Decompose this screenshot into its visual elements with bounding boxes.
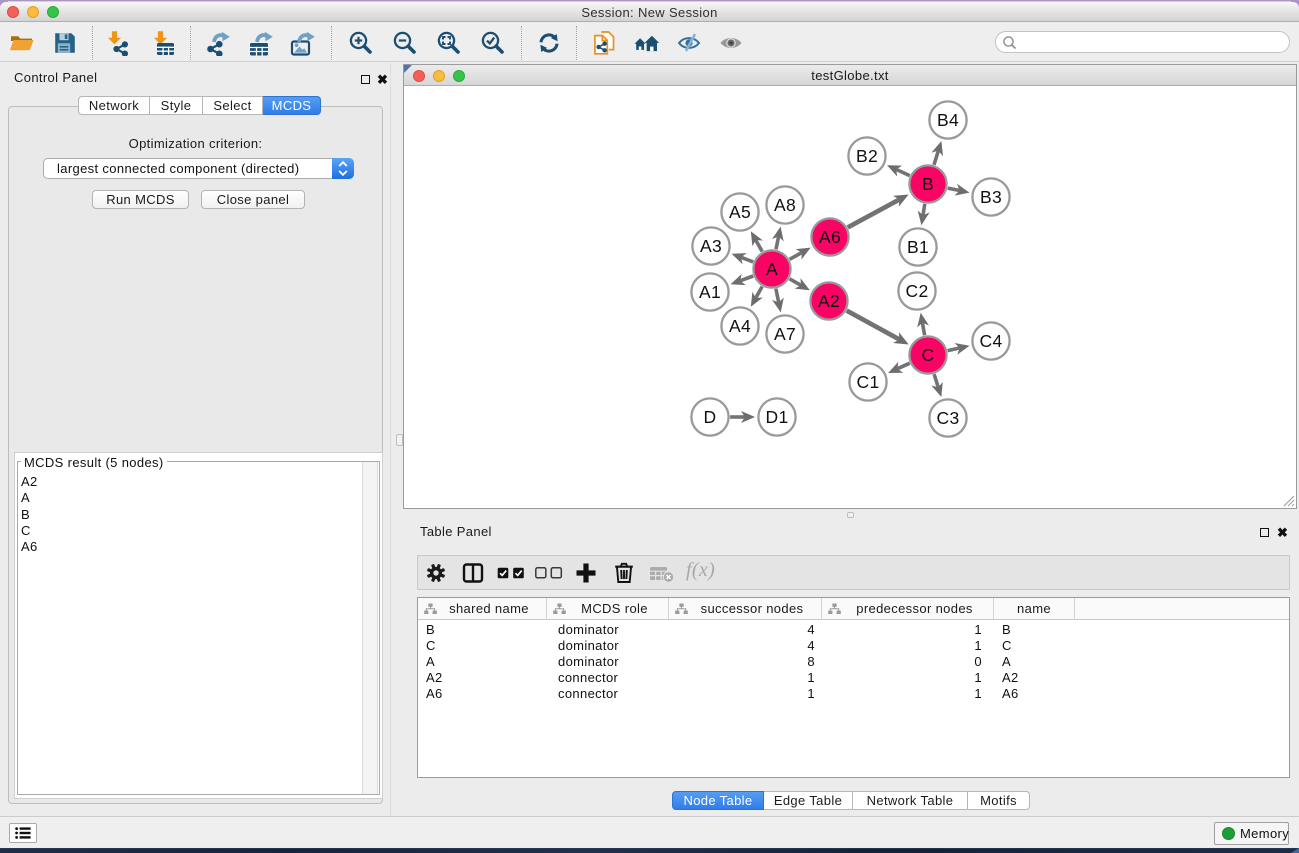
svg-text:C: C — [922, 345, 935, 365]
svg-text:B: B — [922, 174, 934, 194]
svg-text:A: A — [766, 259, 778, 279]
svg-text:D1: D1 — [765, 407, 788, 427]
svg-text:A4: A4 — [729, 316, 751, 336]
svg-text:D: D — [704, 407, 717, 427]
svg-text:B2: B2 — [856, 146, 878, 166]
svg-text:A6: A6 — [819, 227, 841, 247]
svg-text:A1: A1 — [699, 282, 721, 302]
svg-text:C1: C1 — [856, 372, 879, 392]
svg-text:B3: B3 — [980, 187, 1002, 207]
svg-text:A8: A8 — [774, 195, 796, 215]
svg-text:A2: A2 — [818, 291, 840, 311]
svg-text:C4: C4 — [979, 331, 1002, 351]
svg-text:A3: A3 — [700, 236, 722, 256]
svg-text:C3: C3 — [936, 408, 959, 428]
svg-text:C2: C2 — [905, 281, 928, 301]
svg-text:B4: B4 — [937, 110, 959, 130]
svg-text:A7: A7 — [774, 324, 796, 344]
svg-text:A5: A5 — [729, 202, 751, 222]
svg-text:B1: B1 — [907, 237, 929, 257]
